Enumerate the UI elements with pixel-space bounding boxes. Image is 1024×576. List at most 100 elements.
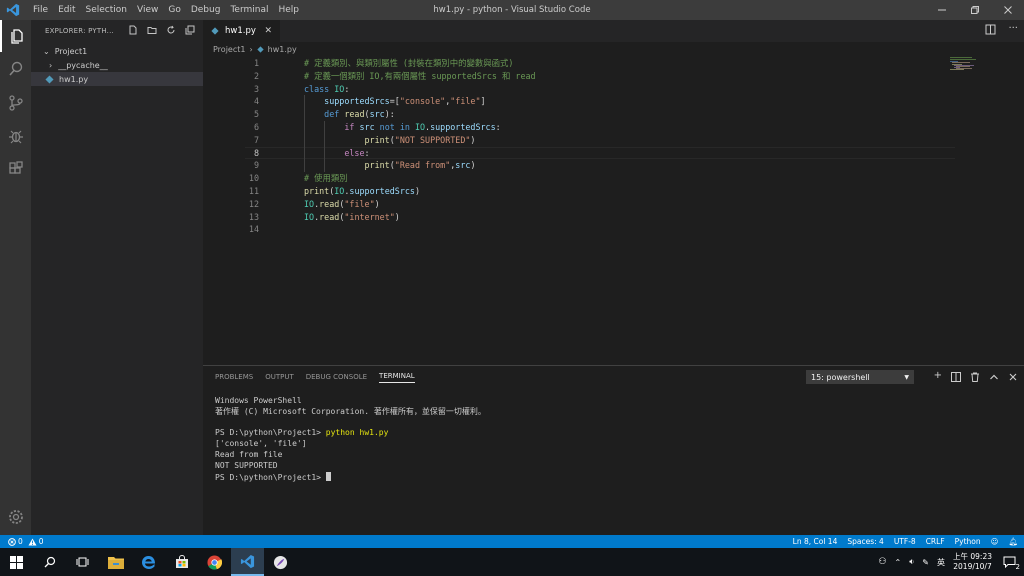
breadcrumb-folder[interactable]: Project1	[213, 45, 245, 54]
tab-terminal[interactable]: TERMINAL	[379, 372, 415, 383]
new-terminal-icon[interactable]: +	[934, 370, 942, 382]
edge-taskbar[interactable]	[132, 548, 165, 576]
menu-go[interactable]: Go	[163, 5, 185, 15]
explorer-actions	[128, 25, 195, 35]
breadcrumb-separator-icon: ›	[249, 44, 253, 54]
maximize-panel-icon[interactable]	[989, 372, 999, 382]
menu-help[interactable]: Help	[273, 5, 304, 15]
cursor-position[interactable]: Ln 8, Col 14	[793, 537, 838, 546]
menu-view[interactable]: View	[132, 5, 163, 15]
vscode-logo-icon	[240, 554, 255, 568]
search-button[interactable]	[0, 53, 31, 85]
end-of-line[interactable]: CRLF	[926, 537, 945, 546]
split-terminal-icon[interactable]	[951, 372, 961, 382]
terminal-command: python hw1.py	[325, 428, 389, 438]
windows-taskbar: ⚇ ⌃ 🔉︎ ✎ 英 上午 09:23 2019/10/7 2	[0, 548, 1024, 576]
breadcrumb-file[interactable]: hw1.py	[268, 45, 297, 54]
task-view-button[interactable]	[66, 548, 99, 576]
bell-icon[interactable]: 🔔︎	[1008, 537, 1018, 546]
tree-item-hw1[interactable]: hw1.py	[31, 72, 203, 86]
minimap[interactable]	[950, 57, 980, 71]
trash-icon[interactable]	[970, 372, 980, 382]
code-token: ]	[480, 96, 486, 107]
refresh-icon[interactable]	[166, 25, 176, 35]
notification-icon	[1003, 556, 1015, 568]
menu-file[interactable]: File	[28, 5, 53, 15]
tab-problems[interactable]: PROBLEMS	[215, 373, 253, 381]
problems-indicator[interactable]: 0 0	[0, 537, 44, 546]
search-taskbar-button[interactable]	[33, 548, 66, 576]
action-center-button[interactable]: 2	[1000, 553, 1020, 571]
indentation[interactable]: Spaces: 4	[847, 537, 883, 546]
chrome-taskbar[interactable]	[198, 548, 231, 576]
manage-button[interactable]	[0, 501, 31, 533]
python-app-taskbar[interactable]	[264, 548, 297, 576]
restore-button[interactable]	[958, 0, 991, 20]
people-icon[interactable]: ⚇	[878, 557, 886, 567]
tab-hw1[interactable]: hw1.py ✕	[203, 20, 280, 42]
clock[interactable]: 上午 09:23 2019/10/7	[953, 552, 992, 572]
language-mode[interactable]: Python	[955, 537, 981, 546]
bug-icon	[8, 130, 23, 144]
line-number: 8	[253, 147, 259, 158]
line-number: 3	[253, 83, 259, 94]
feedback-smiley-icon[interactable]: ☺	[991, 537, 999, 546]
tab-debug-console[interactable]: DEBUG CONSOLE	[306, 373, 367, 381]
close-panel-icon[interactable]	[1008, 372, 1018, 382]
debug-button[interactable]	[0, 120, 31, 152]
terminal-select[interactable]: 15: powershell ▼	[806, 370, 914, 384]
close-tab-icon[interactable]: ✕	[264, 26, 272, 36]
pen-icon[interactable]: ✎	[922, 558, 929, 567]
start-button[interactable]	[0, 548, 33, 576]
store-taskbar[interactable]	[165, 548, 198, 576]
minimize-button[interactable]	[925, 0, 958, 20]
close-icon	[1003, 6, 1012, 14]
code-token: "console"	[399, 96, 446, 107]
code-token: read	[319, 211, 340, 222]
terminal-output[interactable]: Windows PowerShell 著作權 (C) Microsoft Corp…	[215, 396, 486, 483]
menu-bar: File Edit Selection View Go Debug Termin…	[28, 5, 304, 15]
extensions-button[interactable]	[0, 153, 31, 185]
more-actions-icon[interactable]: ···	[1008, 24, 1018, 35]
code-token: print	[304, 186, 330, 196]
code-token: IO	[304, 211, 315, 222]
editor-tabs: hw1.py ✕	[203, 20, 1024, 42]
activity-bar	[0, 20, 31, 535]
code-line: # 定義一個類別 IO,有兩個屬性 supportedSrcs 和 read	[304, 70, 536, 83]
source-control-button[interactable]	[0, 87, 31, 119]
code-token: )	[374, 198, 380, 209]
new-folder-icon[interactable]	[147, 25, 157, 35]
code-token: def	[324, 109, 345, 120]
menu-terminal[interactable]: Terminal	[225, 5, 273, 15]
file-explorer-taskbar[interactable]	[99, 548, 132, 576]
code-token: src	[359, 122, 380, 132]
line-number: 9	[253, 160, 259, 171]
close-window-button[interactable]	[991, 0, 1024, 20]
dropdown-caret-icon: ▼	[904, 373, 909, 381]
project-folder[interactable]: ⌄ Project1	[31, 44, 203, 58]
menu-selection[interactable]: Selection	[81, 5, 132, 15]
ime-indicator[interactable]: 英	[937, 557, 945, 568]
chrome-browser-icon	[207, 554, 222, 570]
encoding[interactable]: UTF-8	[894, 537, 916, 546]
tree-item-pycache[interactable]: › __pycache__	[31, 58, 203, 72]
terminal-line: NOT SUPPORTED	[215, 460, 278, 470]
show-hidden-icons-icon[interactable]: ⌃	[895, 558, 902, 567]
menu-debug[interactable]: Debug	[186, 5, 226, 15]
split-editor-icon[interactable]	[985, 24, 996, 35]
tab-output[interactable]: OUTPUT	[265, 373, 294, 381]
collapse-all-icon[interactable]	[185, 25, 195, 35]
vscode-taskbar[interactable]	[231, 548, 264, 576]
menu-edit[interactable]: Edit	[53, 5, 80, 15]
editor-actions: ···	[985, 24, 1018, 35]
new-file-icon[interactable]	[128, 25, 138, 35]
code-token: :	[364, 147, 370, 158]
tree-item-label: __pycache__	[58, 60, 108, 70]
explorer-button[interactable]	[0, 20, 31, 52]
status-bar: 0 0 Ln 8, Col 14 Spaces: 4 UTF-8 CRLF Py…	[0, 535, 1024, 548]
task-view-icon	[76, 557, 89, 567]
code-token: "internet"	[344, 211, 395, 222]
volume-icon[interactable]: 🔉︎	[909, 557, 914, 567]
